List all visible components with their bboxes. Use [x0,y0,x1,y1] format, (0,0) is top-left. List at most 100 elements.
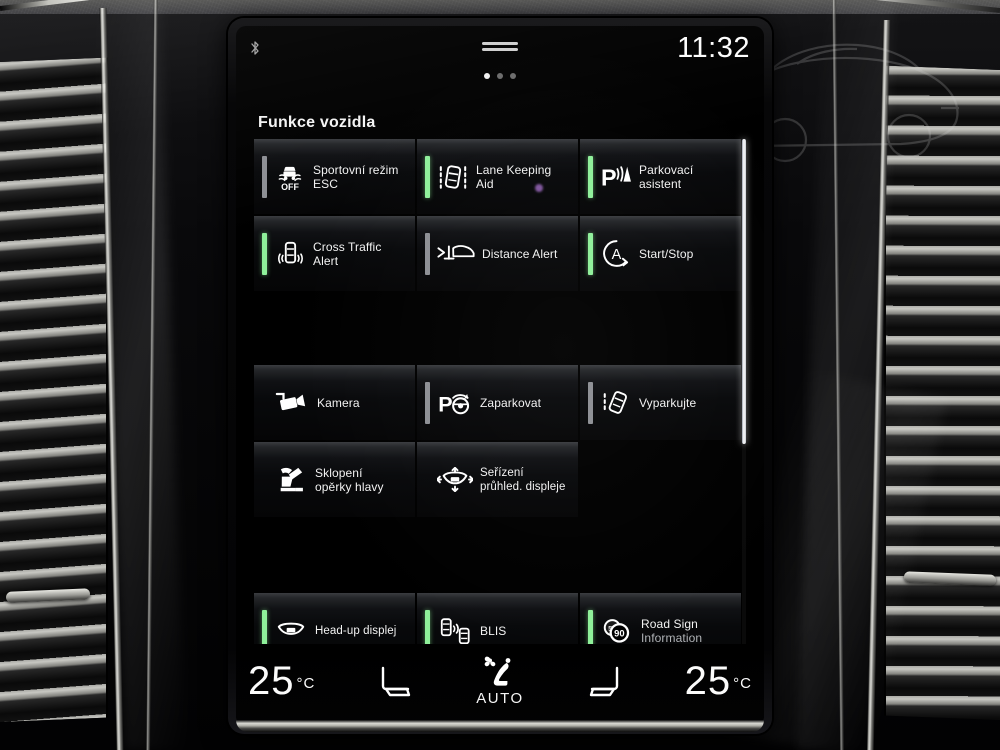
tile-hud-adjust[interactable]: Seřízení průhled. displeje [417,442,578,517]
park-in-icon: P [437,387,473,419]
infotainment-screen[interactable]: 11:32 Funkce vozidla OFF Sportovní režim… [236,26,764,726]
tile-label-line1: Head-up displej [315,624,397,637]
tile-label-line1: Distance Alert [482,246,558,261]
camera-icon [274,387,310,419]
scrollbar-thumb[interactable] [742,139,746,444]
tile-start-stop[interactable]: A Start/Stop [580,216,741,291]
tile-label-line1: Zaparkovat [480,395,542,410]
tile-park-out[interactable]: Vyparkujte [580,365,741,440]
tile-label: Road Sign Information [641,617,702,645]
blis-icon [437,615,473,647]
indicator-bar [425,232,430,275]
tile-label-line1: Seřízení [480,466,524,479]
tile-cross-traffic-alert[interactable]: Cross Traffic Alert [254,216,415,291]
tile-row-2: Cross Traffic Alert Distance Alert A Sta… [254,216,742,291]
tile-label: Vyparkujte [639,396,696,410]
tile-label-line1: Sklopení [315,465,363,480]
tile-row-1: OFF Sportovní režim ESC Lane Keeping Aid… [254,139,742,214]
tile-distance-alert[interactable]: Distance Alert [417,216,578,291]
svg-text:90: 90 [614,628,624,639]
headrest-fold-icon [274,464,308,496]
distance-alert-icon [437,238,475,270]
indicator-bar [262,232,267,275]
tile-park-in[interactable]: P Zaparkovat [417,365,578,440]
air-vent-louvres-left [0,57,106,723]
svg-text:OFF: OFF [281,182,299,192]
function-tile-grid: OFF Sportovní režim ESC Lane Keeping Aid… [254,139,742,670]
tile-lane-keeping-aid[interactable]: Lane Keeping Aid [417,139,578,214]
indicator-bar [262,155,267,198]
indicator-bar [262,382,267,424]
seat-heating-left-icon[interactable] [372,660,420,704]
tile-sport-mode-esc[interactable]: OFF Sportovní režim ESC [254,139,415,214]
scrollbar-track[interactable] [742,139,746,669]
tile-parking-assist[interactable]: P Parkovací asistent [580,139,741,214]
dashboard-photo: 11:32 Funkce vozidla OFF Sportovní režim… [0,0,1000,750]
screen-artifact-dot [535,184,543,192]
page-dots[interactable] [484,73,516,79]
tile-label-line2: Alert [313,253,339,268]
driver-temperature[interactable]: 25 °C [248,661,315,704]
bluetooth-icon[interactable] [250,40,260,56]
road-sign-icon: 50 90 [600,615,634,647]
page-dot-1[interactable] [484,73,490,79]
passenger-temperature-unit: °C [733,674,752,692]
park-out-icon [600,387,632,419]
passenger-temperature[interactable]: 25 °C [685,661,752,704]
tile-label-line1: Vyparkujte [639,395,697,410]
fan-auto-button[interactable]: AUTO [476,655,523,707]
bezel-chrome-strip [236,720,764,732]
tile-label-line1: Kamera [317,395,360,410]
tile-headrest-fold[interactable]: Sklopení opěrky hlavy [254,442,415,517]
start-stop-icon: A [600,238,632,270]
tile-label-line2: opěrky hlavy [315,479,384,494]
tile-label-line1: Start/Stop [639,246,694,261]
cross-traffic-icon [274,238,306,270]
tile-label: Start/Stop [639,247,693,261]
tile-label-line1: Lane Keeping [476,162,552,177]
indicator-bar [262,459,267,501]
tile-label: Distance Alert [482,247,557,261]
page-dot-3[interactable] [510,73,516,79]
tile-label-line1: Cross Traffic [313,239,382,254]
air-vent-louvres-right [886,65,1000,721]
tile-label-line1: Road Sign [641,616,698,631]
tile-label: Seřízení průhled. displeje [480,466,565,494]
seat-heating-right-icon[interactable] [580,660,628,704]
indicator-bar [588,381,593,424]
passenger-temperature-value: 25 [684,658,732,703]
tile-label: BLIS [480,624,506,638]
indicator-bar [425,459,430,501]
air-vent-right [884,65,1000,721]
tile-label-line2: ESC [313,176,338,191]
svg-text:P: P [601,164,617,190]
indicator-bar [425,155,430,198]
tile-label-line1: BLIS [480,623,507,638]
svg-text:A: A [611,247,621,263]
tile-label-line2: asistent [639,176,682,191]
indicator-bar [588,155,593,198]
svg-text:P: P [438,392,452,416]
page-title: Funkce vozidla [258,114,376,131]
driver-temperature-unit: °C [296,674,316,692]
tile-label-line2: Information [641,630,703,645]
clock: 11:32 [677,32,750,64]
tile-label: Head-up displej [315,624,396,638]
tile-label: Sklopení opěrky hlavy [315,466,384,494]
tile-row-4: Sklopení opěrky hlavy Seřízení průhled. … [254,442,742,517]
page-dot-2[interactable] [497,73,503,79]
head-up-display-icon [274,615,308,647]
status-bar: 11:32 [236,26,764,79]
fan-seat-icon [484,656,511,686]
tile-label: Zaparkovat [480,396,541,410]
tile-label: Kamera [317,396,360,410]
air-vent-left [0,57,108,723]
drag-handle-icon[interactable] [482,42,518,51]
climate-bar: 25 °C AUTO 25 °C [236,644,764,726]
tile-label: Sportovní režim ESC [313,163,399,191]
tile-label: Cross Traffic Alert [313,240,381,268]
auto-label: AUTO [476,690,524,707]
tile-camera[interactable]: Kamera [254,365,415,440]
parking-assist-icon: P [600,161,632,193]
indicator-bar [425,381,430,424]
